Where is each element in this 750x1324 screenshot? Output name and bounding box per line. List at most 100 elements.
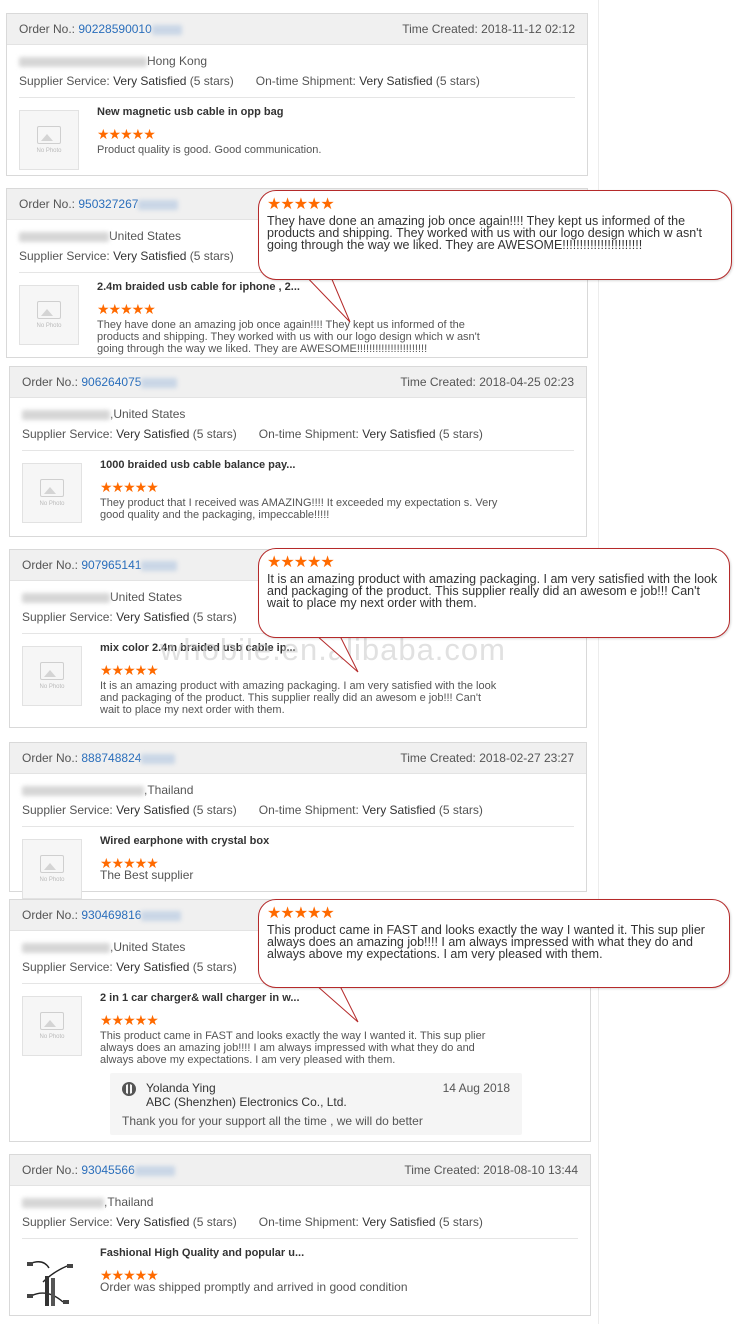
supplier-service-stars: (5 stars) xyxy=(189,249,234,263)
time-created-label: Time Created: xyxy=(404,1163,480,1177)
image-placeholder-icon xyxy=(40,662,64,680)
ontime-shipment-label: On-time Shipment: xyxy=(258,427,359,441)
ontime-shipment-stars: (5 stars) xyxy=(438,427,483,441)
callout-stars: ★★★★★ xyxy=(267,196,335,213)
time-created-value: 2018-02-27 23:27 xyxy=(479,751,574,765)
review-item: No Photo Wired earphone with crystal box… xyxy=(22,826,574,899)
product-name-link[interactable]: 1000 braided usb cable balance pay... xyxy=(100,459,295,471)
buyer-country: United States xyxy=(113,407,186,421)
supplier-service-label: Supplier Service: xyxy=(19,249,110,263)
review-stars: ★★★★★ xyxy=(97,301,156,317)
no-photo-label: No Photo xyxy=(39,684,65,690)
order-number-link[interactable]: 90228590010 xyxy=(78,22,151,36)
redacted-buyer-name xyxy=(22,409,110,420)
reply-date: 14 Aug 2018 xyxy=(442,1081,510,1095)
redacted-order-digits xyxy=(138,199,179,210)
redacted-buyer-name xyxy=(19,231,109,242)
product-name-link[interactable]: Wired earphone with crystal box xyxy=(100,835,269,847)
product-name-link[interactable]: New magnetic usb cable in opp bag xyxy=(97,106,283,118)
image-placeholder-icon xyxy=(37,126,61,144)
supplier-service-stars: (5 stars) xyxy=(192,960,237,974)
ontime-shipment-stars: (5 stars) xyxy=(438,803,483,817)
supplier-service-stars: (5 stars) xyxy=(189,74,234,88)
buyer-country: United States xyxy=(113,940,186,954)
redacted-buyer-name xyxy=(22,1197,104,1208)
no-photo-label: No Photo xyxy=(39,1034,65,1040)
supplier-service-label: Supplier Service: xyxy=(22,803,113,817)
redacted-buyer-name xyxy=(22,592,110,603)
buyer-country: Thailand xyxy=(147,783,194,797)
supplier-service-rating: Very Satisfied xyxy=(116,610,190,624)
ontime-shipment-rating: Very Satisfied xyxy=(362,1215,436,1229)
supplier-service-rating: Very Satisfied xyxy=(116,1215,190,1229)
product-name-link[interactable]: 2 in 1 car charger& wall charger in w... xyxy=(100,992,300,1004)
order-label: Order No.: xyxy=(22,1163,79,1177)
service-ratings: Supplier Service: Very Satisfied (5 star… xyxy=(22,1212,578,1232)
order-label: Order No.: xyxy=(22,751,79,765)
redacted-order-digits xyxy=(151,24,182,35)
order-header: Order No.: 90228590010 Time Created: 201… xyxy=(7,14,587,45)
order-card-3: Order No.: 906264075 Time Created: 2018-… xyxy=(9,366,587,537)
supplier-service-rating: Very Satisfied xyxy=(113,74,187,88)
reply-company-name: ABC (Shenzhen) Electronics Co., Ltd. xyxy=(146,1095,347,1109)
product-thumbnail[interactable]: No Photo xyxy=(22,839,82,899)
supplier-service-stars: (5 stars) xyxy=(192,1215,237,1229)
service-ratings: Supplier Service: Very Satisfied (5 star… xyxy=(19,71,575,91)
time-created-label: Time Created: xyxy=(400,375,476,389)
product-thumbnail[interactable]: No Photo xyxy=(22,996,82,1056)
supplier-service-rating: Very Satisfied xyxy=(116,427,190,441)
product-thumbnail[interactable]: No Photo xyxy=(19,285,79,345)
supplier-service-label: Supplier Service: xyxy=(22,427,113,441)
order-number-link[interactable]: 907965141 xyxy=(81,558,141,572)
supplier-service-label: Supplier Service: xyxy=(22,1215,113,1229)
callout-stars: ★★★★★ xyxy=(267,554,335,571)
supplier-service-rating: Very Satisfied xyxy=(113,249,187,263)
callout-text: They have done an amazing job once again… xyxy=(267,214,703,252)
redacted-buyer-name xyxy=(19,56,147,67)
redacted-order-digits xyxy=(141,560,178,571)
review-item: No Photo New magnetic usb cable in opp b… xyxy=(19,97,575,178)
product-thumbnail[interactable]: No Photo xyxy=(22,646,82,706)
callout-text: It is an amazing product with amazing pa… xyxy=(267,572,718,610)
product-name-link[interactable]: 2.4m braided usb cable for iphone , 2... xyxy=(97,281,300,293)
service-ratings: Supplier Service: Very Satisfied (5 star… xyxy=(22,800,574,820)
no-photo-label: No Photo xyxy=(39,501,65,507)
buyer-country: United States xyxy=(109,229,182,243)
review-callout-3: ★★★★★ This product came in FAST and look… xyxy=(258,899,730,988)
review-callout-1: ★★★★★ They have done an amazing job once… xyxy=(258,190,732,280)
order-card-7: Order No.: 93045566 Time Created: 2018-0… xyxy=(9,1154,591,1316)
buyer-country: Thailand xyxy=(107,1195,154,1209)
order-label: Order No.: xyxy=(19,197,76,211)
review-text: This product came in FAST and looks exac… xyxy=(100,1030,486,1066)
review-stars: ★★★★★ xyxy=(100,1012,159,1028)
product-name-link[interactable]: Fashional High Quality and popular u... xyxy=(100,1247,304,1259)
order-number-link[interactable]: 950327267 xyxy=(78,197,138,211)
supplier-service-stars: (5 stars) xyxy=(192,803,237,817)
image-placeholder-icon xyxy=(37,301,61,319)
supplier-service-stars: (5 stars) xyxy=(192,610,237,624)
product-thumbnail[interactable]: No Photo xyxy=(22,463,82,523)
review-stars: ★★★★★ xyxy=(100,479,159,495)
ontime-shipment-rating: Very Satisfied xyxy=(362,803,436,817)
review-text: It is an amazing product with amazing pa… xyxy=(100,680,497,716)
order-number-link[interactable]: 930469816 xyxy=(81,908,141,922)
supplier-service-rating: Very Satisfied xyxy=(116,803,190,817)
order-number-link[interactable]: 93045566 xyxy=(81,1163,134,1177)
supplier-service-label: Supplier Service: xyxy=(22,960,113,974)
time-created-label: Time Created: xyxy=(402,22,478,36)
order-number-link[interactable]: 888748824 xyxy=(81,751,141,765)
reply-author-name: Yolanda Ying xyxy=(146,1081,216,1095)
product-thumbnail[interactable]: No Photo xyxy=(19,110,79,170)
time-created-value: 2018-04-25 02:23 xyxy=(479,375,574,389)
supplier-service-label: Supplier Service: xyxy=(19,74,110,88)
ontime-shipment-rating: Very Satisfied xyxy=(359,74,433,88)
order-label: Order No.: xyxy=(22,558,79,572)
time-created-label: Time Created: xyxy=(400,751,476,765)
order-card-1: Order No.: 90228590010 Time Created: 201… xyxy=(6,13,588,176)
product-thumbnail[interactable] xyxy=(22,1251,82,1311)
order-number-link[interactable]: 906264075 xyxy=(81,375,141,389)
ontime-shipment-stars: (5 stars) xyxy=(435,74,480,88)
supplier-service-rating: Very Satisfied xyxy=(116,960,190,974)
buyer-country: United States xyxy=(110,590,183,604)
buyer-location: ,Thailand xyxy=(22,1192,578,1212)
